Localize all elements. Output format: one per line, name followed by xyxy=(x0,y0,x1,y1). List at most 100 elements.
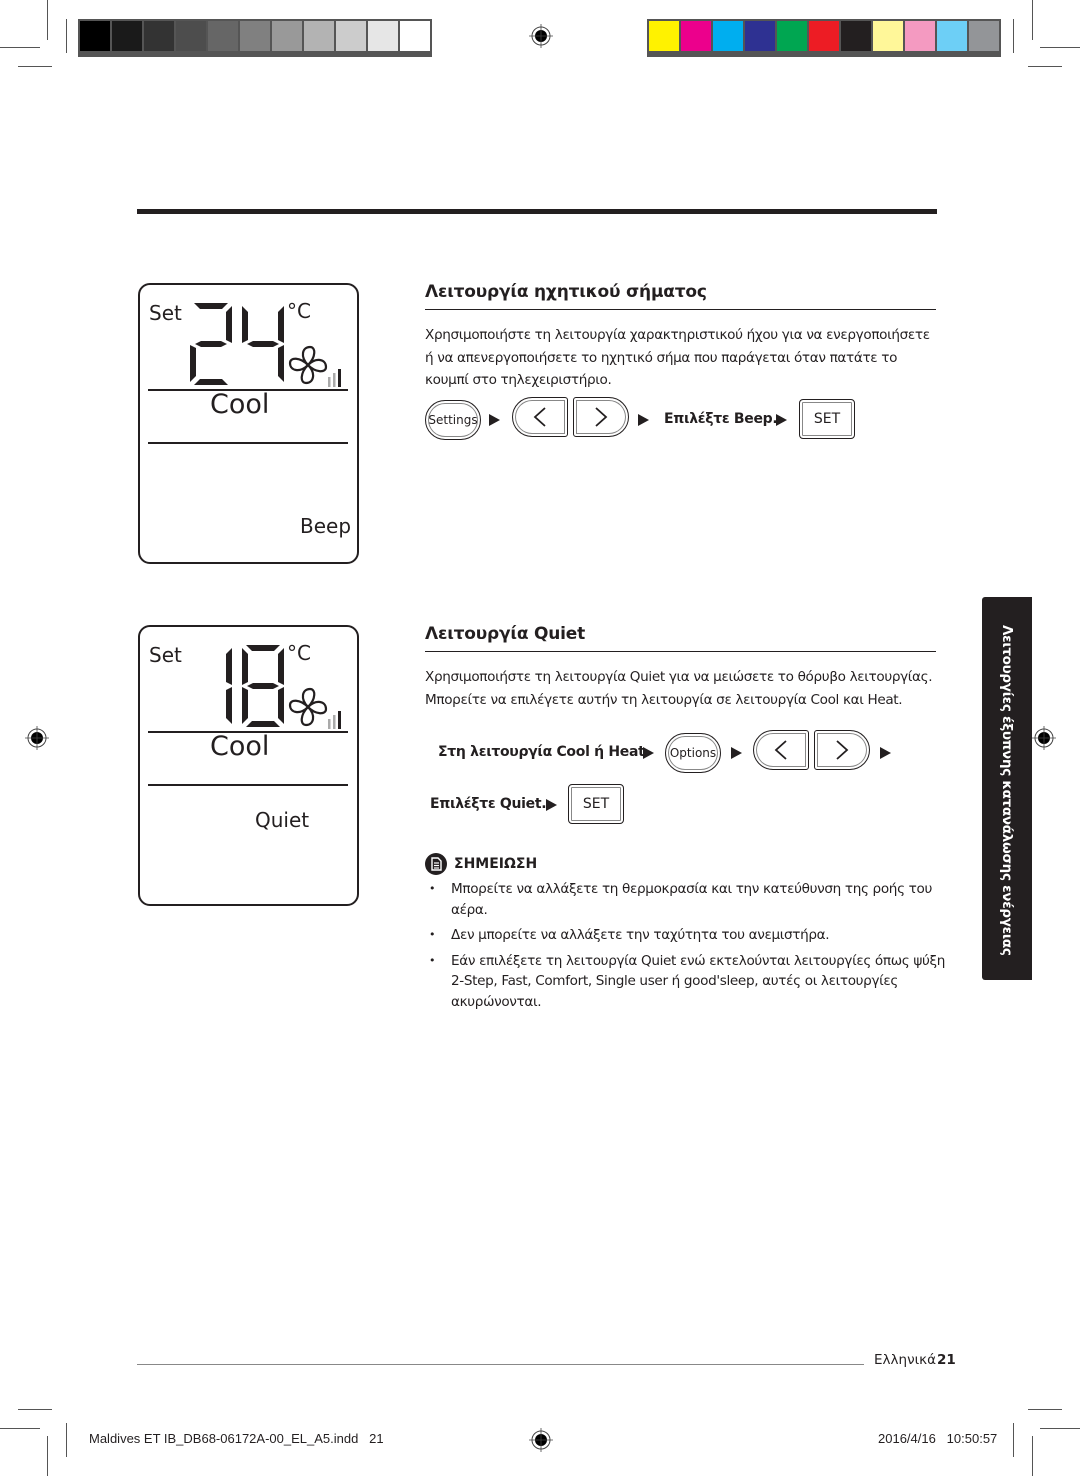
lcd-segment xyxy=(278,345,284,382)
step-arrow-icon xyxy=(638,414,649,426)
color-swatch xyxy=(400,21,430,51)
fan-icon xyxy=(288,687,341,729)
lcd-segment xyxy=(246,645,280,651)
crop-mark xyxy=(1032,0,1033,40)
lcd-segment xyxy=(278,648,284,685)
lcd-segment xyxy=(226,306,232,343)
crop-mark xyxy=(66,1423,67,1457)
lcd-set-label: Set xyxy=(149,643,182,667)
lcd-segment xyxy=(226,648,232,685)
slug-filename: Maldives ET IB_DB68-06172A-00_EL_A5.indd… xyxy=(89,1431,384,1446)
cmyk-color-bar xyxy=(647,19,1001,57)
registration-mark-icon xyxy=(25,726,49,750)
color-swatch xyxy=(208,21,238,51)
note-title: ΣΗΜΕΙΩΣΗ xyxy=(454,856,538,872)
lcd-temperature-digits xyxy=(226,645,284,727)
color-swatch xyxy=(713,21,743,51)
step-arrow-icon xyxy=(776,414,787,426)
options-button[interactable]: Options xyxy=(665,733,721,773)
left-arrow-button[interactable] xyxy=(753,730,809,770)
step-arrow-icon xyxy=(731,747,742,759)
step-arrow-icon xyxy=(489,414,500,426)
lcd-segment xyxy=(242,687,248,724)
chevron-right-icon xyxy=(595,407,608,427)
select-beep-text: Επιλέξτε Beep. xyxy=(664,411,778,427)
crop-mark xyxy=(0,47,40,48)
chevron-left-icon xyxy=(533,407,546,427)
lcd-divider xyxy=(148,442,348,444)
settings-button-label: Settings xyxy=(428,413,478,427)
color-swatch xyxy=(80,21,110,51)
color-swatch xyxy=(777,21,807,51)
crop-mark xyxy=(1028,66,1062,67)
chapter-side-tab: Λειτουργίες έξυπνης κατανάλωσης ενέργεια… xyxy=(982,597,1032,980)
lcd-segment xyxy=(194,303,228,309)
color-swatch xyxy=(649,21,679,51)
note-item: Μπορείτε να αλλάξετε τη θερμοκρασία και … xyxy=(425,879,945,920)
slug-timestamp: 2016/4/16 10:50:57 xyxy=(878,1431,998,1446)
set-button[interactable]: SET xyxy=(568,784,624,824)
right-arrow-button[interactable] xyxy=(573,397,629,437)
section-rule xyxy=(425,651,936,652)
lcd-segment xyxy=(195,341,227,347)
page-number: 21 xyxy=(937,1352,956,1368)
color-swatch xyxy=(873,21,903,51)
set-button[interactable]: SET xyxy=(799,399,855,439)
step-arrow-icon xyxy=(880,747,891,759)
section-title-quiet: Λειτουργία Quiet xyxy=(425,624,586,644)
crop-mark xyxy=(66,19,67,53)
color-swatch xyxy=(937,21,967,51)
crop-mark xyxy=(1013,19,1014,53)
lcd-segment xyxy=(278,306,284,343)
lcd-display-beep: Set °C Cool Beep xyxy=(138,283,359,564)
color-swatch xyxy=(176,21,206,51)
color-swatch xyxy=(240,21,270,51)
chapter-side-tab-label: Λειτουργίες έξυπνης κατανάλωσης ενέργεια… xyxy=(999,625,1015,956)
left-arrow-button[interactable] xyxy=(512,397,568,437)
right-arrow-button[interactable] xyxy=(814,730,870,770)
color-swatch xyxy=(272,21,302,51)
set-button-label: SET xyxy=(813,411,841,427)
color-swatch xyxy=(144,21,174,51)
quiet-description: Χρησιμοποιήστε τη λειτουργία Quiet για ν… xyxy=(425,669,933,708)
color-swatch xyxy=(841,21,871,51)
lcd-set-label: Set xyxy=(149,301,182,325)
color-swatch xyxy=(336,21,366,51)
fan-icon xyxy=(288,345,341,387)
lcd-function-label: Beep xyxy=(300,514,352,538)
lcd-segment xyxy=(190,345,196,382)
note-icon xyxy=(425,853,447,875)
lcd-unit: °C xyxy=(287,641,311,665)
lcd-segment xyxy=(226,687,232,724)
color-swatch xyxy=(969,21,999,51)
note-item: Δεν μπορείτε να αλλάξετε την ταχύτητα το… xyxy=(425,925,945,946)
lcd-temperature-digits xyxy=(190,303,284,385)
lcd-segment xyxy=(278,687,284,724)
condition-text: Στη λειτουργία Cool ή Heat xyxy=(438,744,645,760)
crop-mark xyxy=(18,66,52,67)
note-list: Μπορείτε να αλλάξετε τη θερμοκρασία και … xyxy=(425,879,945,1017)
options-button-label: Options xyxy=(669,746,717,760)
lcd-segment xyxy=(242,306,248,343)
lcd-display-quiet: Set °C Cool Quiet xyxy=(138,625,359,906)
color-swatch xyxy=(304,21,334,51)
crop-mark xyxy=(18,1409,52,1410)
crop-mark xyxy=(1032,1436,1033,1476)
chevron-right-icon xyxy=(836,740,849,760)
registration-mark-icon xyxy=(529,1428,553,1452)
color-swatch xyxy=(368,21,398,51)
color-swatch xyxy=(745,21,775,51)
lcd-function-label: Quiet xyxy=(255,808,310,832)
crop-mark xyxy=(1028,1409,1062,1410)
registration-mark-icon xyxy=(529,24,553,48)
crop-mark xyxy=(0,1428,40,1429)
section-rule xyxy=(425,309,936,310)
footer-rule xyxy=(137,1364,864,1365)
lcd-segment xyxy=(247,341,279,347)
step-arrow-icon xyxy=(643,747,654,759)
crop-mark xyxy=(1013,1423,1014,1457)
lcd-segment xyxy=(247,683,279,689)
settings-button[interactable]: Settings xyxy=(425,400,481,440)
lcd-segment xyxy=(194,379,228,385)
color-swatch xyxy=(112,21,142,51)
